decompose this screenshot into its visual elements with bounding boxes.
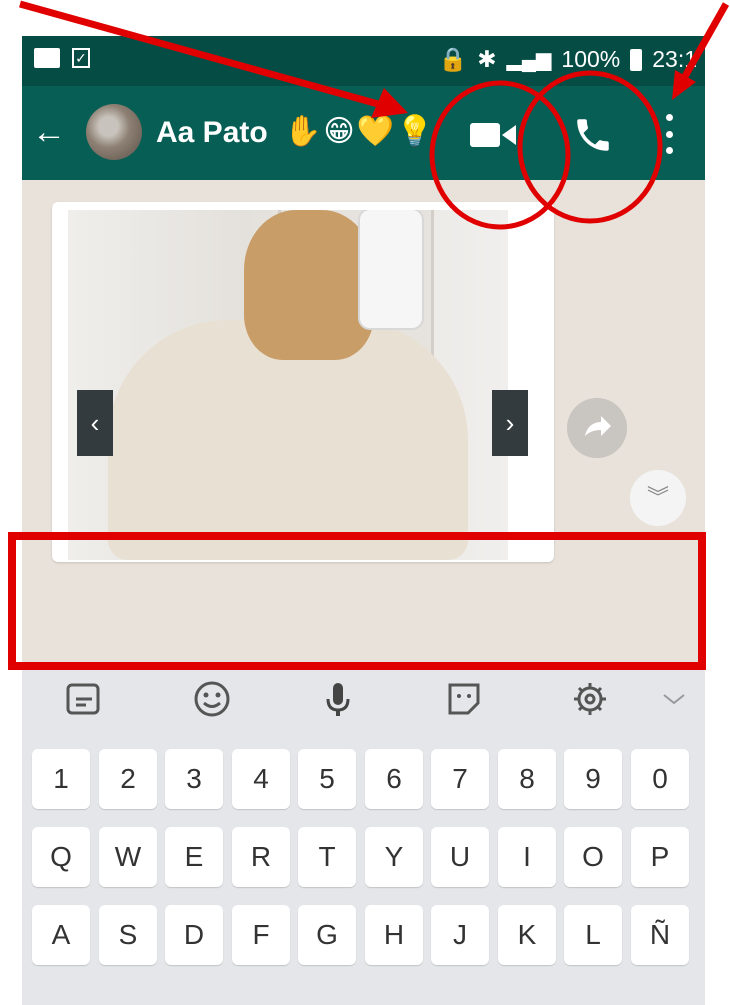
contact-emoji: ✋😁💛💡 (284, 115, 436, 148)
chat-area: ‹ › ︾ (22, 180, 705, 794)
key-9[interactable]: 9 (564, 749, 622, 809)
key-j[interactable]: J (431, 905, 489, 965)
key-4[interactable]: 4 (232, 749, 290, 809)
key-h[interactable]: H (365, 905, 423, 965)
sticker-icon[interactable] (444, 679, 484, 719)
gear-icon[interactable] (570, 679, 610, 719)
key-p[interactable]: P (631, 827, 689, 887)
key-1[interactable]: 1 (32, 749, 90, 809)
chevron-double-down-icon[interactable]: ︾ (630, 470, 686, 526)
photo-phone (360, 210, 422, 328)
next-image-button[interactable]: › (492, 390, 528, 456)
forward-icon[interactable] (567, 398, 627, 458)
keyboard-row: 1234567890 (32, 749, 697, 811)
key-o[interactable]: O (564, 827, 622, 887)
key-y[interactable]: Y (365, 827, 423, 887)
key-a[interactable]: A (32, 905, 90, 965)
folder-icon (34, 48, 60, 68)
key-5[interactable]: 5 (298, 749, 356, 809)
checkbox-icon: ✓ (72, 48, 90, 68)
gif-icon[interactable] (64, 679, 104, 719)
avatar[interactable] (86, 104, 142, 160)
chevron-down-icon[interactable] (658, 679, 690, 719)
video-call-icon[interactable] (470, 122, 516, 148)
key-q[interactable]: Q (32, 827, 90, 887)
bluetooth-icon: ✱ (477, 46, 497, 72)
contact-name[interactable]: Aa Pato (156, 116, 268, 150)
back-arrow-icon[interactable]: ← (32, 112, 66, 152)
phone-screen: ✓ 🔒 ✱ ▂▄▆ 100% 23:1 ← Aa Pato ✋😁💛💡 ‹ › ︾… (22, 36, 705, 1005)
key-f[interactable]: F (232, 905, 290, 965)
keyboard-row: QWERTYUIOP (32, 827, 697, 889)
key-e[interactable]: E (165, 827, 223, 887)
key-g[interactable]: G (298, 905, 356, 965)
key-u[interactable]: U (431, 827, 489, 887)
key-ñ[interactable]: Ñ (631, 905, 689, 965)
photo-thumbnail[interactable] (68, 210, 508, 560)
status-bar: ✓ 🔒 ✱ ▂▄▆ 100% 23:1 (22, 36, 705, 86)
key-l[interactable]: L (564, 905, 622, 965)
signal-icon: ▂▄▆ (506, 49, 552, 71)
key-7[interactable]: 7 (431, 749, 489, 809)
key-s[interactable]: S (99, 905, 157, 965)
keyboard: 1234567890 QWERTYUIOP ASDFGHJKLÑ (22, 669, 705, 1005)
key-3[interactable]: 3 (165, 749, 223, 809)
phone-call-icon[interactable] (572, 114, 614, 156)
key-i[interactable]: I (498, 827, 556, 887)
emoji-icon[interactable] (192, 679, 232, 719)
keyboard-toolbar (22, 669, 705, 727)
lock-icon: 🔒 (438, 46, 468, 72)
mic-icon[interactable] (318, 679, 358, 719)
key-8[interactable]: 8 (498, 749, 556, 809)
key-k[interactable]: K (498, 905, 556, 965)
key-6[interactable]: 6 (365, 749, 423, 809)
key-r[interactable]: R (232, 827, 290, 887)
key-0[interactable]: 0 (631, 749, 689, 809)
chat-header: ← Aa Pato ✋😁💛💡 (22, 86, 705, 180)
key-d[interactable]: D (165, 905, 223, 965)
previous-image-button[interactable]: ‹ (77, 390, 113, 456)
battery-icon (630, 48, 643, 71)
battery-text: 100% (561, 46, 621, 72)
more-vert-icon[interactable] (660, 114, 678, 154)
key-t[interactable]: T (298, 827, 356, 887)
key-w[interactable]: W (99, 827, 157, 887)
clock: 23:1 (652, 46, 697, 72)
key-2[interactable]: 2 (99, 749, 157, 809)
photo-person-hair (244, 210, 374, 360)
keyboard-row: ASDFGHJKLÑ (32, 905, 697, 967)
